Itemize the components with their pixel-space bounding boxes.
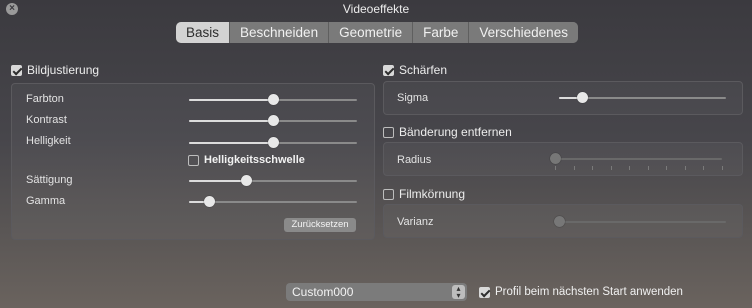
brightness-slider[interactable] <box>189 137 357 149</box>
title-bar: × Videoeffekte <box>0 0 752 18</box>
brightness-slider-knob[interactable] <box>268 137 279 148</box>
profile-select[interactable]: Custom000 ▴ ▾ <box>286 283 467 301</box>
image-adjust-header: Bildjustierung <box>11 63 99 77</box>
radius-slider-knob[interactable] <box>550 153 561 164</box>
sharpen-header: Schärfen <box>383 63 447 77</box>
apply-on-start-option[interactable]: Profil beim nächsten Start anwenden <box>479 286 683 298</box>
slider-tick <box>647 166 649 170</box>
slider-tick <box>555 166 556 170</box>
radius-slider-ticks <box>555 166 723 170</box>
brightness-threshold-option[interactable]: Helligkeitsschwelle <box>188 154 305 166</box>
variance-slider[interactable] <box>554 216 726 228</box>
tab-bar: Basis Beschneiden Geometrie Farbe Versch… <box>176 22 578 43</box>
saturation-slider[interactable] <box>189 175 357 187</box>
brightness-threshold-checkbox[interactable] <box>188 154 199 166</box>
slider-tick <box>684 166 686 170</box>
film-grain-checkbox[interactable] <box>383 188 394 200</box>
tab-verschiedenes[interactable]: Verschiedenes <box>468 22 578 43</box>
film-grain-label: Filmkörnung <box>399 187 466 201</box>
saturation-label: Sättigung <box>26 174 73 186</box>
sigma-label: Sigma <box>397 92 429 104</box>
apply-on-start-checkbox[interactable] <box>479 286 490 298</box>
debanding-panel: Radius <box>383 142 743 176</box>
profile-select-value: Custom000 <box>292 285 354 299</box>
image-adjust-label: Bildjustierung <box>27 63 100 77</box>
slider-tick <box>592 166 594 170</box>
saturation-slider-knob[interactable] <box>241 175 253 186</box>
debanding-label: Bänderung entfernen <box>399 125 512 139</box>
slider-tick <box>573 166 575 170</box>
hue-label: Farbton <box>26 93 64 105</box>
slider-tick <box>722 166 723 170</box>
variance-slider-knob[interactable] <box>554 216 565 227</box>
image-adjust-panel: Farbton Kontrast Helligkeit Helligkeitss… <box>11 83 375 240</box>
reset-button[interactable]: Zurücksetzen <box>284 218 356 232</box>
brightness-threshold-label: Helligkeitsschwelle <box>204 154 305 166</box>
slider-tick <box>629 166 631 170</box>
sharpen-panel: Sigma <box>383 81 743 115</box>
apply-on-start-label: Profil beim nächsten Start anwenden <box>495 286 683 298</box>
tab-basis[interactable]: Basis <box>176 22 230 43</box>
hue-slider-knob[interactable] <box>268 94 279 105</box>
gamma-slider[interactable] <box>189 196 357 208</box>
sharpen-label: Schärfen <box>399 63 448 77</box>
contrast-label: Kontrast <box>26 114 67 126</box>
close-icon[interactable]: × <box>6 3 18 15</box>
image-adjust-checkbox[interactable] <box>11 64 22 76</box>
gamma-label: Gamma <box>26 195 66 207</box>
slider-tick <box>610 166 612 170</box>
window-title: Videoeffekte <box>342 2 410 16</box>
brightness-label: Helligkeit <box>26 135 71 147</box>
hue-slider[interactable] <box>189 94 357 106</box>
sigma-slider-knob[interactable] <box>577 92 589 103</box>
gamma-slider-knob[interactable] <box>204 196 216 207</box>
debanding-header: Bänderung entfernen <box>383 125 512 139</box>
slider-tick <box>703 166 705 170</box>
variance-label: Varianz <box>397 216 434 228</box>
radius-slider[interactable] <box>550 153 722 165</box>
debanding-checkbox[interactable] <box>383 126 394 138</box>
tab-farbe[interactable]: Farbe <box>412 22 469 43</box>
film-grain-header: Filmkörnung <box>383 187 465 201</box>
contrast-slider[interactable] <box>189 115 357 127</box>
radius-label: Radius <box>397 154 432 166</box>
contrast-slider-knob[interactable] <box>268 115 279 126</box>
sigma-slider[interactable] <box>559 92 726 104</box>
sharpen-checkbox[interactable] <box>383 64 394 76</box>
slider-tick <box>666 166 668 170</box>
chevron-updown-icon: ▴ ▾ <box>452 285 465 300</box>
tab-beschneiden[interactable]: Beschneiden <box>229 22 329 43</box>
tab-geometrie[interactable]: Geometrie <box>328 22 413 43</box>
film-grain-panel: Varianz <box>383 204 743 238</box>
